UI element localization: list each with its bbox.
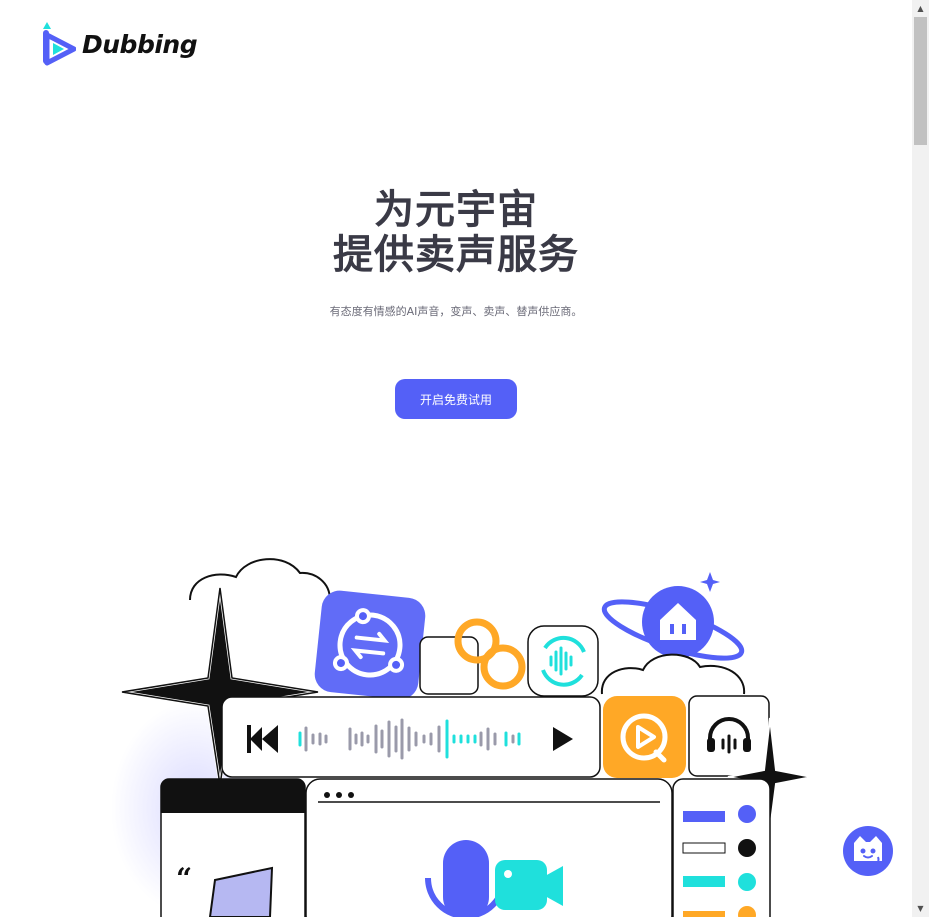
scroll-down-arrow-icon[interactable]: ▼	[912, 900, 929, 917]
blank-tile	[419, 636, 479, 695]
recording-window	[305, 778, 673, 917]
chat-assistant-button[interactable]	[843, 826, 893, 876]
settings-panel	[672, 778, 771, 917]
hero-subtitle: 有态度有情感的AI声音，变声、卖声、替声供应商。	[329, 305, 583, 318]
vertical-scrollbar[interactable]: ▲ ▼	[912, 0, 929, 917]
cat-assistant-icon	[854, 836, 882, 866]
hero-title-line-2: 提供卖声服务	[333, 232, 579, 278]
headphones-icon	[688, 695, 770, 777]
hero-illustration: “	[121, 558, 813, 917]
scroll-thumb[interactable]	[914, 17, 927, 145]
convert-icon	[314, 590, 426, 700]
brand-name: Dubbing	[82, 29, 198, 59]
hero-title-line-1: 为元宇宙	[374, 187, 538, 233]
page: Dubbing 为元宇宙 提供卖声服务 有态度有情感的AI声音，变声、卖声、替声…	[0, 0, 912, 917]
cloud-left	[189, 558, 331, 601]
player-bar	[221, 696, 601, 778]
music-card: “	[160, 778, 306, 917]
logo-icon	[43, 22, 76, 66]
scroll-up-arrow-icon[interactable]: ▲	[912, 0, 929, 17]
voice-refresh-icon	[527, 625, 599, 697]
free-trial-button[interactable]: 开启免费试用	[395, 379, 517, 419]
hero-title: 为元宇宙 提供卖声服务	[0, 188, 912, 278]
brand-logo[interactable]: Dubbing	[40, 21, 198, 67]
play-circle-icon	[603, 696, 686, 778]
svg-text:“: “	[176, 862, 192, 895]
